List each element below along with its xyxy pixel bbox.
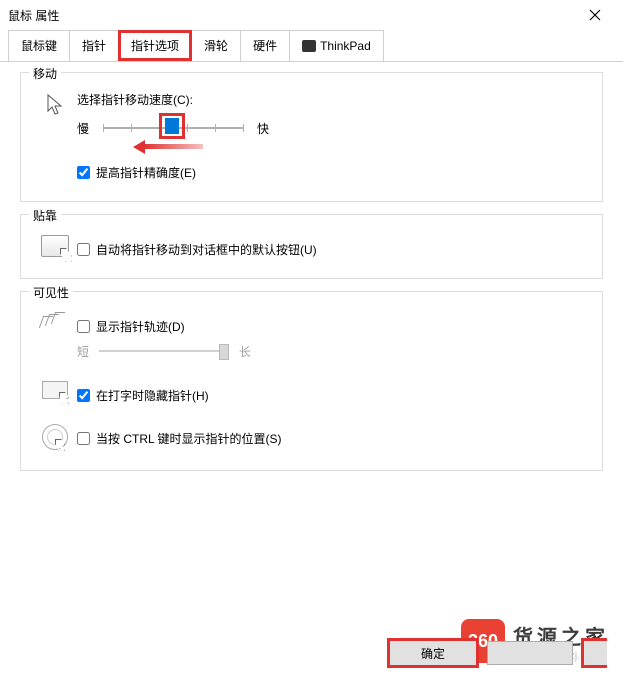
pointer-trails-label: 显示指针轨迹(D) (96, 318, 185, 335)
pointer-speed-slider[interactable] (103, 116, 243, 140)
slider-thumb[interactable] (165, 118, 179, 134)
ctrl-locate-checkbox[interactable] (77, 432, 90, 445)
tab-bar: 鼠标键 指针 指针选项 滑轮 硬件 ThinkPad (0, 30, 623, 62)
slow-label: 慢 (77, 120, 89, 137)
dialog-buttons: 确定 (387, 638, 607, 668)
apply-button[interactable] (581, 638, 607, 668)
thinkpad-icon (302, 40, 316, 52)
group-snap: 贴靠 自动将指针移动到对话框中的默认按钮(U) (20, 214, 603, 279)
tab-hardware[interactable]: 硬件 (240, 30, 290, 61)
trails-long-label: 长 (239, 343, 251, 360)
group-snap-title: 贴靠 (29, 207, 61, 224)
hide-typing-label: 在打字时隐藏指针(H) (96, 387, 209, 404)
titlebar: 鼠标 属性 (0, 0, 623, 30)
hide-typing-checkbox[interactable] (77, 389, 90, 402)
group-motion-title: 移动 (29, 65, 61, 82)
ctrl-locate-label: 当按 CTRL 键时显示指针的位置(S) (96, 430, 282, 447)
fast-label: 快 (257, 120, 269, 137)
enhance-precision-label: 提高指针精确度(E) (96, 164, 196, 181)
tab-thinkpad[interactable]: ThinkPad (289, 30, 384, 61)
tab-buttons[interactable]: 鼠标键 (8, 30, 70, 61)
group-visibility-title: 可见性 (29, 284, 73, 301)
tab-wheel[interactable]: 滑轮 (191, 30, 241, 61)
pointer-trails-icon (41, 312, 69, 332)
slider-thumb-highlight (159, 113, 185, 139)
ctrl-locate-icon (42, 424, 68, 450)
group-visibility: 可见性 显示指针轨迹(D) 短 长 (20, 291, 603, 471)
tab-content: 移动 选择指针移动速度(C): 慢 (0, 62, 623, 493)
snap-to-label: 自动将指针移动到对话框中的默认按钮(U) (96, 241, 317, 258)
pointer-trails-checkbox[interactable] (77, 320, 90, 333)
close-button[interactable] (575, 1, 615, 29)
enhance-precision-checkbox[interactable] (77, 166, 90, 179)
close-icon (589, 9, 601, 21)
cursor-arrow-icon (45, 93, 65, 117)
tab-pointers[interactable]: 指针 (69, 30, 119, 61)
cancel-button[interactable] (487, 641, 573, 665)
snap-button-icon (41, 235, 69, 257)
annotation-arrow (133, 140, 203, 154)
group-motion: 移动 选择指针移动速度(C): 慢 (20, 72, 603, 202)
hide-typing-icon (42, 381, 68, 399)
tab-pointer-options[interactable]: 指针选项 (118, 30, 192, 61)
snap-to-checkbox[interactable] (77, 243, 90, 256)
trails-short-label: 短 (77, 343, 89, 360)
ok-button[interactable]: 确定 (387, 638, 479, 668)
pointer-speed-label: 选择指针移动速度(C): (77, 91, 590, 108)
trails-slider (99, 341, 229, 361)
window-title: 鼠标 属性 (8, 7, 59, 24)
